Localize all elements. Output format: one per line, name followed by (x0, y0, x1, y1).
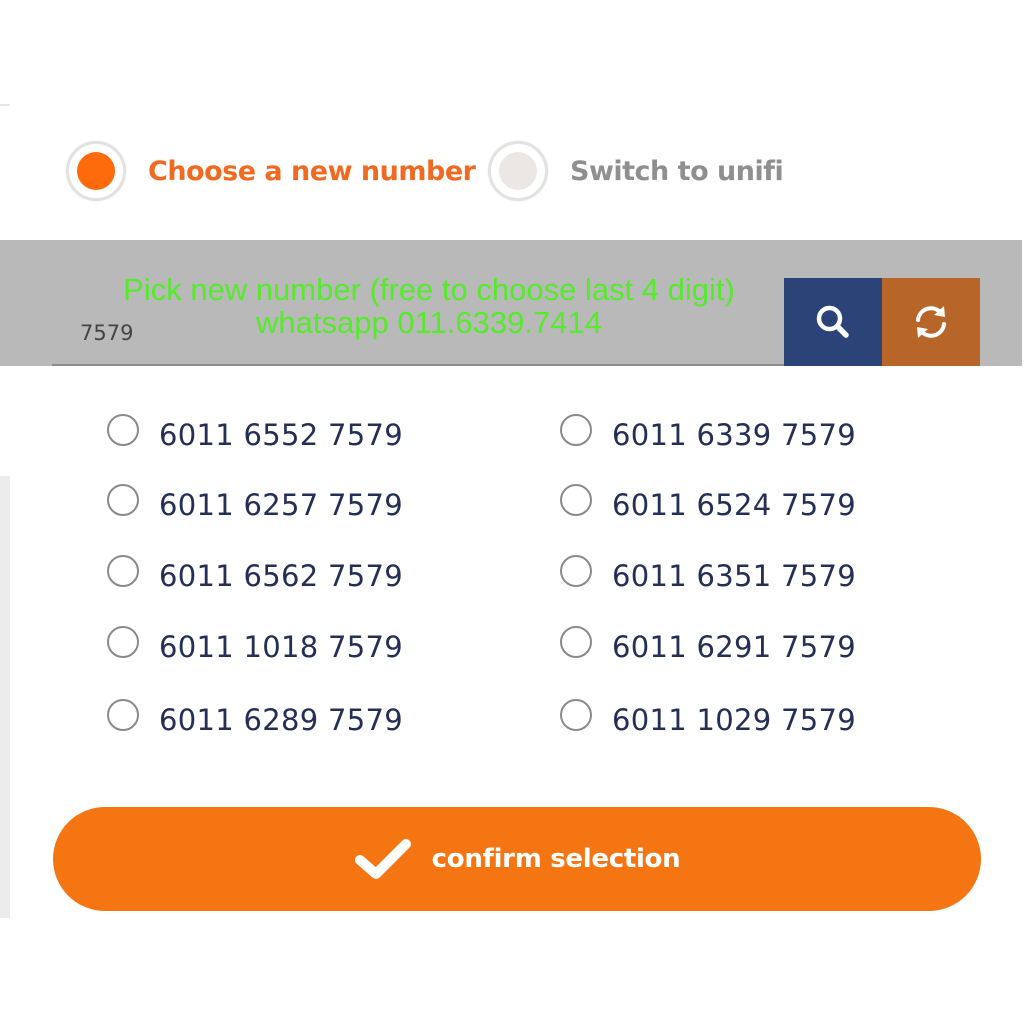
number-option[interactable]: 6011 1018 7579 (107, 622, 404, 664)
number-option[interactable]: 6011 6524 7579 (560, 480, 857, 522)
number-option[interactable]: 6011 6562 7579 (107, 551, 404, 593)
radio-unselected-icon[interactable] (488, 141, 548, 201)
number-option-label: 6011 6552 7579 (159, 418, 404, 452)
radio-unselected-icon[interactable] (560, 555, 592, 587)
search-icon (816, 305, 849, 338)
switch-to-unifi-option[interactable]: Switch to unifi (488, 139, 784, 203)
radio-unselected-icon[interactable] (107, 626, 139, 658)
number-option-label: 6011 6524 7579 (612, 488, 857, 522)
number-option-label: 6011 6339 7579 (612, 418, 857, 452)
number-option[interactable]: 6011 6291 7579 (560, 622, 857, 664)
number-option[interactable]: 6011 6552 7579 (107, 410, 404, 452)
radio-unselected-icon[interactable] (560, 626, 592, 658)
confirm-selection-label: confirm selection (431, 844, 681, 874)
confirm-selection-button[interactable]: confirm selection (53, 807, 981, 911)
number-search-input[interactable] (52, 280, 784, 366)
checkmark-icon (354, 839, 411, 879)
number-option[interactable]: 6011 1029 7579 (560, 695, 857, 737)
number-option-label: 6011 1018 7579 (159, 630, 404, 664)
radio-unselected-icon[interactable] (107, 414, 139, 446)
radio-unselected-icon[interactable] (560, 484, 592, 516)
radio-selected-dot (77, 152, 115, 190)
number-option[interactable]: 6011 6339 7579 (560, 410, 857, 452)
radio-selected-icon[interactable] (66, 141, 126, 201)
number-option[interactable]: 6011 6257 7579 (107, 480, 404, 522)
radio-unselected-icon[interactable] (107, 484, 139, 516)
number-option-label: 6011 6289 7579 (159, 703, 404, 737)
top-divider (0, 104, 10, 106)
number-option-label: 6011 1029 7579 (612, 703, 857, 737)
choose-new-number-option[interactable]: Choose a new number (66, 139, 476, 203)
number-option-label: 6011 6351 7579 (612, 559, 857, 593)
radio-unselected-icon[interactable] (107, 699, 139, 731)
radio-unselected-icon[interactable] (560, 699, 592, 731)
radio-unselected-icon[interactable] (560, 414, 592, 446)
number-option-label: 6011 6562 7579 (159, 559, 404, 593)
number-option[interactable]: 6011 6351 7579 (560, 551, 857, 593)
choose-new-number-label: Choose a new number (148, 155, 476, 187)
refresh-button[interactable] (882, 278, 980, 366)
left-edge-panel (0, 476, 10, 918)
switch-to-unifi-label: Switch to unifi (570, 155, 784, 187)
number-selection-page: Choose a new number Switch to unifi Pick… (0, 0, 1024, 1024)
number-option-label: 6011 6257 7579 (159, 488, 404, 522)
search-button[interactable] (784, 278, 882, 366)
radio-unselected-dot (499, 152, 537, 190)
radio-unselected-icon[interactable] (107, 555, 139, 587)
number-option[interactable]: 6011 6289 7579 (107, 695, 404, 737)
refresh-icon (916, 306, 946, 338)
number-option-label: 6011 6291 7579 (612, 630, 857, 664)
